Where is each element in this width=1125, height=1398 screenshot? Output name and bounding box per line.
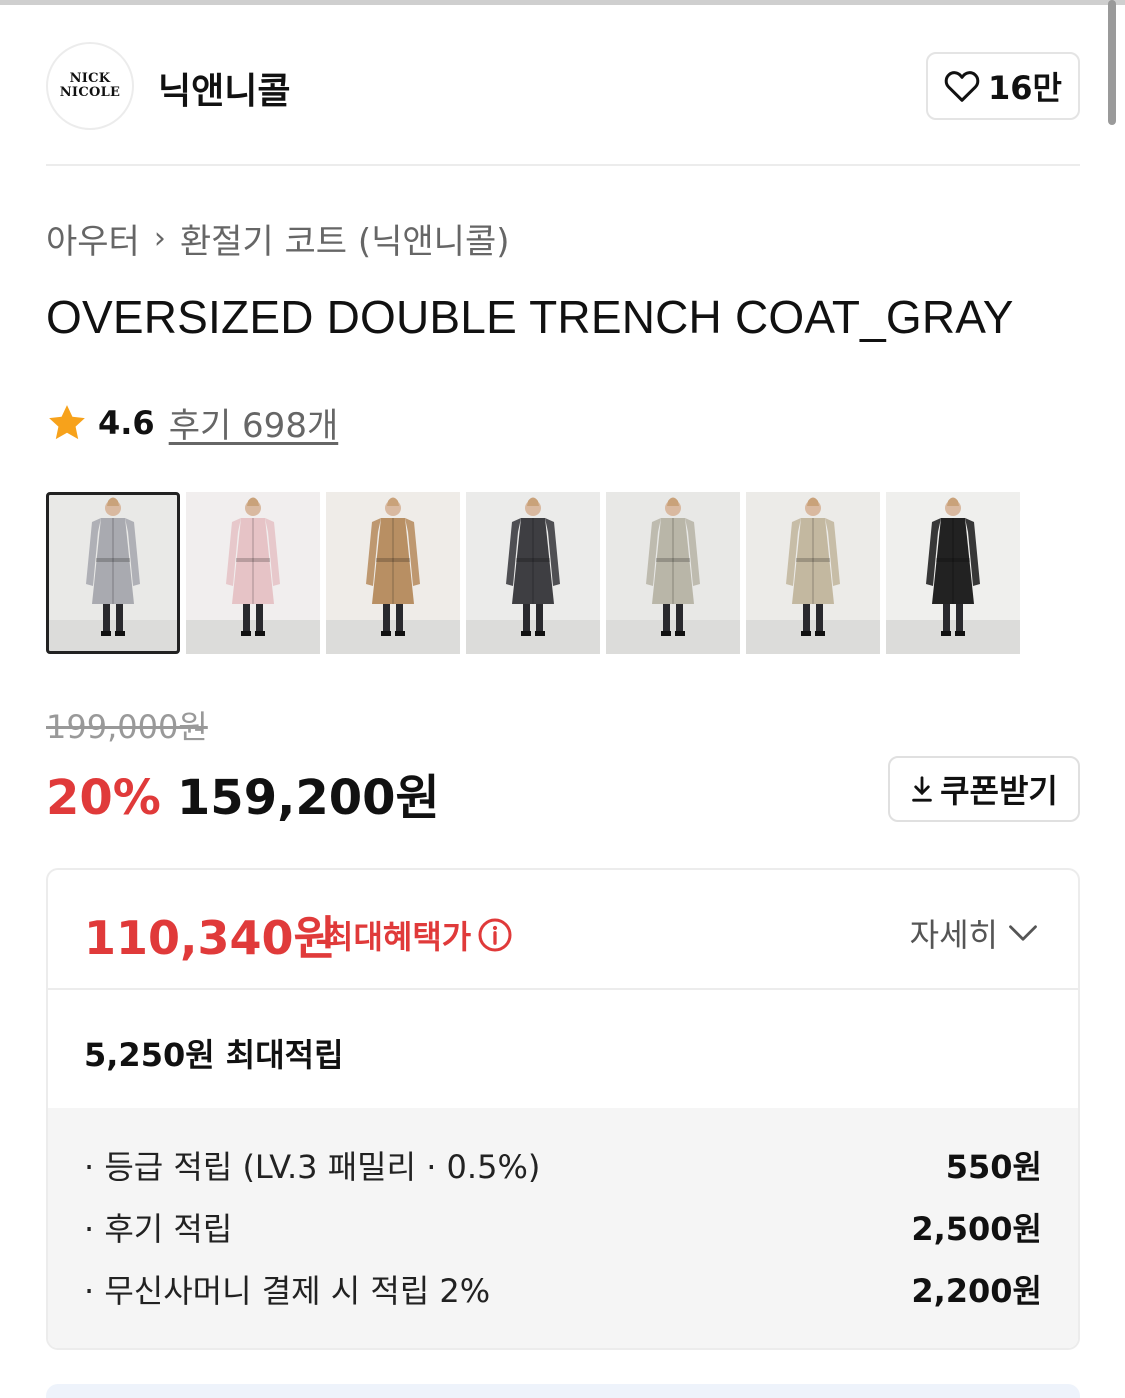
- points-item-label: 무신사머니 결제 시 적립 2%: [84, 1266, 490, 1312]
- thumbnail-stone-coat[interactable]: [746, 492, 880, 654]
- points-item-amount: 2,200원: [911, 1272, 1042, 1310]
- chevron-down-icon: [1009, 925, 1037, 941]
- breadcrumb-subcategory[interactable]: 환절기 코트 (닉앤니콜): [180, 214, 510, 263]
- coat-image: [326, 492, 460, 654]
- points-item-review: 후기 적립 2,500원: [84, 1196, 1042, 1258]
- scrollbar[interactable]: [1108, 0, 1116, 125]
- discount-rate: 20%: [46, 770, 161, 826]
- coat-image: [186, 492, 320, 654]
- thumbnail-gray-coat[interactable]: [46, 492, 180, 654]
- max-benefit-price: 110,340원: [84, 911, 336, 965]
- thumbnail-beige-coat[interactable]: [326, 492, 460, 654]
- benefit-header[interactable]: 110,340원 최대혜택가 자세히: [48, 870, 1078, 990]
- points-breakdown: 등급 적립 (LV.3 패밀리 · 0.5%) 550원 후기 적립 2,500…: [48, 1108, 1078, 1348]
- points-item-label: 등급 적립 (LV.3 패밀리 · 0.5%): [84, 1142, 540, 1188]
- brand-logo[interactable]: NICK NICOLE: [46, 42, 134, 130]
- star-icon: [49, 404, 85, 439]
- detail-toggle-label: 자세히: [909, 916, 998, 954]
- points-item-grade: 등급 적립 (LV.3 패밀리 · 0.5%) 550원: [84, 1134, 1042, 1196]
- coat-image: [46, 492, 180, 654]
- brand-header: NICK NICOLE 닉앤니콜 16만: [46, 42, 1080, 132]
- coupon-button[interactable]: 쿠폰받기: [888, 756, 1080, 822]
- brand-name[interactable]: 닉앤니콜: [158, 62, 290, 114]
- thumbnail-charcoal-coat[interactable]: [466, 492, 600, 654]
- points-total: 5,250원 최대적립: [84, 1036, 344, 1074]
- download-icon: [912, 776, 932, 802]
- brand-logo-line2: NICOLE: [59, 85, 121, 100]
- sale-price: 159,200원: [176, 770, 440, 826]
- points-item-amount: 2,500원: [911, 1210, 1042, 1248]
- thumbnail-strip: [46, 492, 1020, 654]
- brand-logo-line1: NICK: [69, 71, 111, 86]
- thumbnail-black-coat[interactable]: [886, 492, 1020, 654]
- header-divider: [46, 164, 1080, 166]
- original-price: 199,000원: [46, 708, 208, 746]
- chevron-right-icon: ›: [153, 221, 166, 256]
- points-item-money: 무신사머니 결제 시 적립 2% 2,200원: [84, 1258, 1042, 1320]
- info-icon[interactable]: [477, 917, 513, 953]
- price-row: 20% 159,200원: [46, 758, 440, 828]
- points-item-amount: 550원: [945, 1148, 1042, 1186]
- coat-image: [466, 492, 600, 654]
- breadcrumb-category[interactable]: 아우터: [46, 214, 140, 263]
- detail-toggle[interactable]: 자세히: [910, 910, 1038, 956]
- points-item-label: 후기 적립: [84, 1204, 232, 1250]
- breadcrumb: 아우터 › 환절기 코트 (닉앤니콜): [46, 214, 510, 263]
- rating-row: 4.6 후기 698개: [46, 398, 338, 447]
- coat-image: [606, 492, 740, 654]
- like-button[interactable]: 16만: [926, 52, 1080, 120]
- top-edge: [0, 0, 1125, 5]
- max-benefit-text: 최대혜택가: [324, 918, 472, 956]
- like-count: 16만: [988, 69, 1062, 107]
- product-title: OVERSIZED DOUBLE TRENCH COAT_GRAY: [46, 291, 1014, 343]
- max-benefit-label: 최대혜택가: [324, 912, 513, 958]
- coat-image: [746, 492, 880, 654]
- next-section-peek: [46, 1384, 1080, 1398]
- rating-score: 4.6: [98, 403, 155, 442]
- review-count-link[interactable]: 후기 698개: [169, 398, 339, 447]
- coupon-button-label: 쿠폰받기: [940, 772, 1058, 810]
- thumbnail-light-gray-coat[interactable]: [606, 492, 740, 654]
- thumbnail-pink-coat[interactable]: [186, 492, 320, 654]
- benefit-box: 110,340원 최대혜택가 자세히 5,250원 최대적립 등급 적립 (LV…: [46, 868, 1080, 1350]
- coat-image: [886, 492, 1020, 654]
- heart-icon: [944, 71, 980, 102]
